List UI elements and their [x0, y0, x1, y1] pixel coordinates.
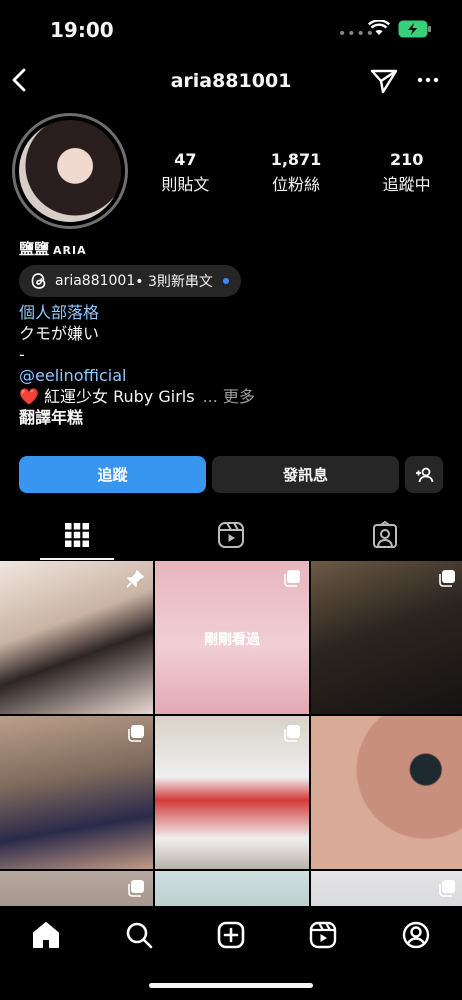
- carousel-icon: [283, 724, 301, 742]
- suggested-users-button[interactable]: [405, 456, 443, 493]
- bio-mention-link[interactable]: @eelinofficial: [19, 365, 449, 386]
- send-message-icon[interactable]: [370, 68, 398, 94]
- translate-link[interactable]: 翻譯年糕: [19, 407, 449, 428]
- more-options-icon[interactable]: [416, 72, 440, 88]
- stat-following[interactable]: 210 追蹤中: [351, 150, 462, 195]
- profile-icon: [402, 921, 430, 949]
- grid-post[interactable]: [311, 716, 462, 869]
- bio-more-link[interactable]: ... 更多: [203, 387, 255, 406]
- search-icon: [126, 922, 152, 949]
- tab-tagged[interactable]: [308, 510, 462, 560]
- reels-icon: [310, 921, 337, 949]
- grid-post[interactable]: [311, 561, 462, 714]
- tagged-icon: [373, 521, 397, 548]
- profile-stats: 47 則貼文 1,871 位粉絲 210 追蹤中: [130, 150, 462, 195]
- display-name-latin: ARIA: [53, 244, 87, 257]
- grid-icon: [65, 523, 89, 547]
- avatar[interactable]: [12, 113, 128, 229]
- home-indicator: [149, 983, 313, 988]
- threads-icon: [31, 272, 47, 290]
- status-bar: 19:00 ••••: [0, 0, 462, 58]
- stat-value: 47: [174, 150, 197, 169]
- display-name-text: 鹽鹽: [19, 240, 50, 258]
- tab-posts-grid[interactable]: [0, 510, 154, 560]
- threads-unread-dot: [222, 278, 229, 284]
- stat-value: 210: [389, 150, 424, 169]
- grid-post[interactable]: [0, 561, 153, 714]
- profile-actions: 追蹤 發訊息: [19, 456, 443, 493]
- carousel-icon: [283, 569, 301, 587]
- stat-label: 追蹤中: [382, 175, 431, 194]
- grid-post[interactable]: 剛剛看過: [155, 561, 309, 714]
- stat-posts[interactable]: 47 則貼文: [130, 150, 241, 195]
- threads-badge[interactable]: aria881001 • 3則新串文: [19, 265, 241, 297]
- carousel-icon: [127, 879, 145, 897]
- add-person-icon: [416, 467, 434, 482]
- bio-category[interactable]: 個人部落格: [19, 302, 449, 323]
- profile-header: aria881001: [0, 60, 462, 104]
- profile-tabs: [0, 510, 462, 560]
- carousel-icon: [438, 569, 456, 587]
- profile-photo: [19, 120, 121, 222]
- bio-line: ❤️ 紅運少女 Ruby Girls ... 更多: [19, 386, 449, 407]
- bio-line: -: [19, 345, 25, 364]
- profile-bio: 個人部落格 クモが嫌い - @eelinofficial ❤️ 紅運少女 Rub…: [19, 302, 449, 428]
- wifi-icon: [368, 20, 390, 36]
- carousel-icon: [127, 724, 145, 742]
- reels-icon: [218, 522, 244, 548]
- nav-home[interactable]: [0, 906, 92, 1000]
- threads-new-count: • 3則新串文: [135, 274, 213, 290]
- carousel-icon: [438, 879, 456, 897]
- bio-line: クモが嫌い: [19, 324, 100, 343]
- home-icon: [33, 922, 60, 948]
- status-time: 19:00: [50, 18, 114, 42]
- tab-reels[interactable]: [154, 510, 308, 560]
- recently-viewed-label: 剛剛看過: [204, 632, 260, 648]
- stat-followers[interactable]: 1,871 位粉絲: [241, 150, 352, 195]
- pin-icon: [125, 569, 145, 589]
- grid-post[interactable]: [0, 716, 153, 869]
- follow-button[interactable]: 追蹤: [19, 456, 206, 493]
- stat-label: 位粉絲: [272, 175, 321, 194]
- grid-post[interactable]: [155, 716, 309, 869]
- battery-icon: [398, 20, 432, 38]
- stat-label: 則貼文: [161, 175, 210, 194]
- stat-value: 1,871: [270, 150, 322, 169]
- message-button[interactable]: 發訊息: [212, 456, 399, 493]
- threads-handle: aria881001: [55, 273, 136, 289]
- add-post-icon: [217, 921, 245, 949]
- display-name: 鹽鹽 ARIA: [19, 238, 87, 259]
- bio-text: ❤️ 紅運少女 Ruby Girls: [19, 387, 195, 406]
- nav-profile[interactable]: [370, 906, 462, 1000]
